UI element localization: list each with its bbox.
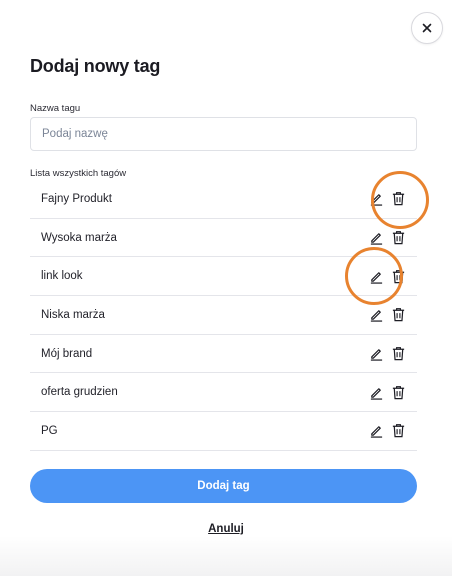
cancel-link[interactable]: Anuluj	[0, 523, 452, 535]
bottom-fade	[0, 536, 452, 576]
trash-icon[interactable]	[391, 346, 406, 361]
tag-row: Niska marża	[30, 296, 417, 335]
tag-name: Mój brand	[41, 347, 93, 360]
edit-icon[interactable]	[369, 191, 384, 207]
edit-icon[interactable]	[369, 307, 384, 323]
tag-name: PG	[41, 424, 58, 437]
tag-name: Fajny Produkt	[41, 192, 112, 205]
trash-icon[interactable]	[391, 385, 406, 400]
tag-actions	[369, 269, 406, 284]
trash-icon[interactable]	[391, 230, 406, 245]
tag-row: Fajny Produkt	[30, 180, 417, 219]
tag-row: PG	[30, 412, 417, 451]
edit-icon[interactable]	[369, 230, 384, 245]
tag-name: Wysoka marża	[41, 231, 117, 244]
edit-icon[interactable]	[369, 423, 384, 439]
edit-icon[interactable]	[369, 346, 384, 361]
trash-icon[interactable]	[391, 191, 406, 206]
tag-row: Mój brand	[30, 335, 417, 374]
tag-list-label: Lista wszystkich tagów	[30, 168, 127, 179]
trash-icon[interactable]	[391, 269, 406, 284]
add-tag-button[interactable]: Dodaj tag	[30, 469, 417, 503]
trash-icon[interactable]	[391, 307, 406, 322]
trash-icon[interactable]	[391, 423, 406, 438]
tag-name-label: Nazwa tagu	[30, 103, 81, 114]
add-tag-modal: Dodaj nowy tag Nazwa tagu Lista wszystki…	[0, 0, 452, 576]
tag-name: Niska marża	[41, 308, 105, 321]
tag-actions	[369, 191, 406, 207]
tag-actions	[369, 230, 406, 245]
tag-name: oferta grudzien	[41, 386, 118, 399]
tag-actions	[369, 307, 406, 323]
tag-list: Fajny Produkt Wysoka marża link look Nis…	[30, 180, 417, 451]
tag-row: oferta grudzien	[30, 373, 417, 413]
edit-icon[interactable]	[369, 385, 384, 400]
tag-row: link look	[30, 257, 417, 297]
tag-name-input[interactable]	[30, 117, 417, 151]
close-button[interactable]	[411, 12, 443, 44]
tag-name: link look	[41, 270, 83, 283]
modal-title: Dodaj nowy tag	[30, 56, 161, 76]
tag-actions	[369, 385, 406, 400]
tag-actions	[369, 423, 406, 439]
edit-icon[interactable]	[369, 269, 384, 284]
tag-row: Wysoka marża	[30, 219, 417, 258]
tag-actions	[369, 346, 406, 361]
close-icon	[422, 23, 432, 33]
